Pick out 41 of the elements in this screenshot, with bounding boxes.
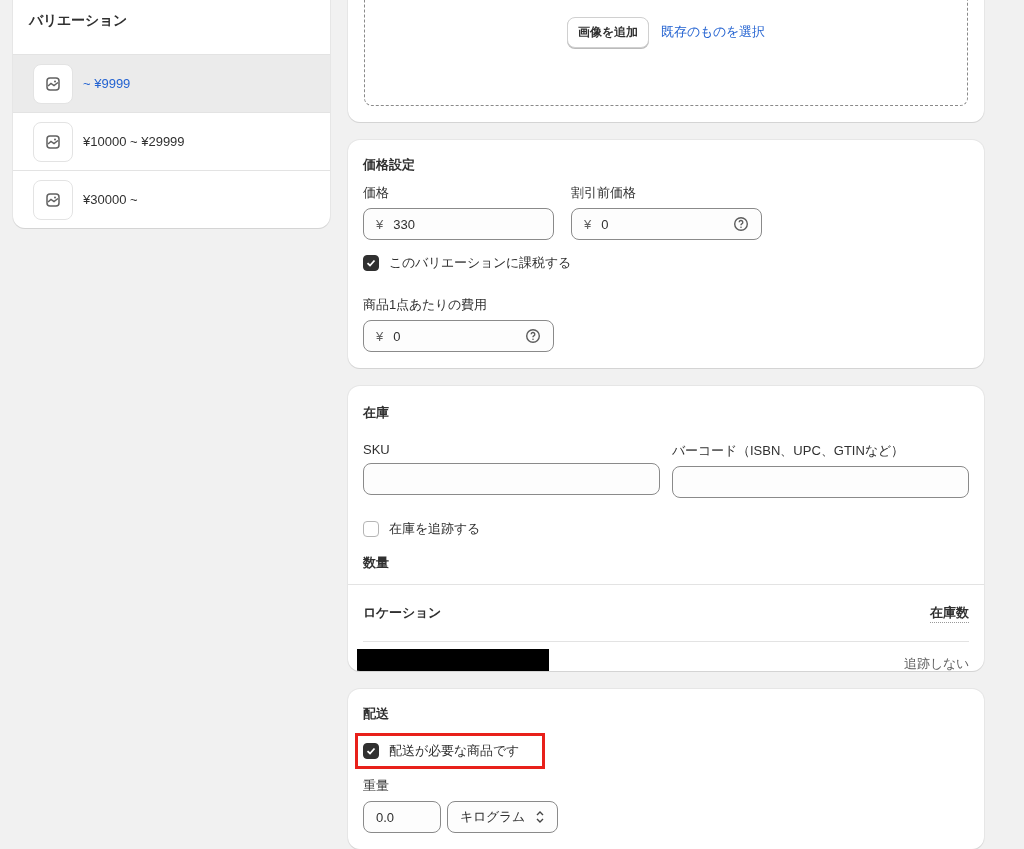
checkbox[interactable] bbox=[363, 521, 379, 537]
field-label: 商品1点あたりの費用 bbox=[363, 296, 489, 314]
table-cell: 追跡しない bbox=[904, 655, 969, 671]
field-label: 重量 bbox=[363, 777, 390, 795]
weight-field[interactable]: 0.0 bbox=[363, 801, 441, 833]
field-label: 割引前価格 bbox=[571, 184, 637, 202]
card-title: 価格設定 bbox=[363, 156, 416, 174]
checkbox-label: 配送が必要な商品です bbox=[389, 742, 519, 760]
check-icon bbox=[365, 745, 377, 757]
price-field[interactable]: ¥ 330 bbox=[363, 208, 554, 240]
sku-field[interactable] bbox=[363, 463, 660, 495]
select-existing-link[interactable]: 既存のものを選択 bbox=[661, 23, 765, 41]
field-label: バーコード（ISBN、UPC、GTINなど） bbox=[672, 442, 905, 460]
field-label: 価格 bbox=[363, 184, 390, 202]
image-icon bbox=[33, 63, 73, 104]
checkbox[interactable] bbox=[363, 743, 379, 759]
card-title: 配送 bbox=[363, 705, 390, 723]
compare-price-field[interactable]: ¥ 0 bbox=[571, 208, 762, 240]
help-icon[interactable] bbox=[525, 328, 541, 344]
column-header: ロケーション bbox=[363, 604, 441, 622]
variant-item[interactable]: ¥30000 ~ bbox=[13, 170, 330, 228]
checkbox-label: 在庫を追跡する bbox=[389, 520, 480, 538]
checkbox[interactable] bbox=[363, 255, 379, 271]
card-title: 在庫 bbox=[363, 404, 390, 422]
card-title: バリエーション bbox=[27, 11, 128, 30]
section-title: 数量 bbox=[363, 554, 390, 572]
barcode-field[interactable] bbox=[672, 466, 969, 498]
column-header: 在庫数 bbox=[930, 603, 969, 623]
media-dropzone[interactable]: 画像を追加 既存のものを選択 bbox=[364, 0, 968, 106]
checkbox-label: このバリエーションに課税する bbox=[389, 254, 571, 272]
check-icon bbox=[365, 257, 377, 269]
variant-item[interactable]: ¥10000 ~ ¥29999 bbox=[13, 112, 330, 170]
unit-select[interactable]: キログラム bbox=[447, 801, 558, 833]
add-image-button[interactable]: 画像を追加 bbox=[567, 17, 649, 48]
cost-field[interactable]: ¥ 0 bbox=[363, 320, 554, 352]
image-icon bbox=[33, 179, 73, 220]
field-label: SKU bbox=[363, 442, 391, 457]
help-icon[interactable] bbox=[733, 216, 749, 232]
chevron-up-down-icon bbox=[535, 810, 545, 824]
image-icon bbox=[33, 121, 73, 162]
variant-item[interactable]: ~ ¥9999 bbox=[13, 54, 330, 112]
